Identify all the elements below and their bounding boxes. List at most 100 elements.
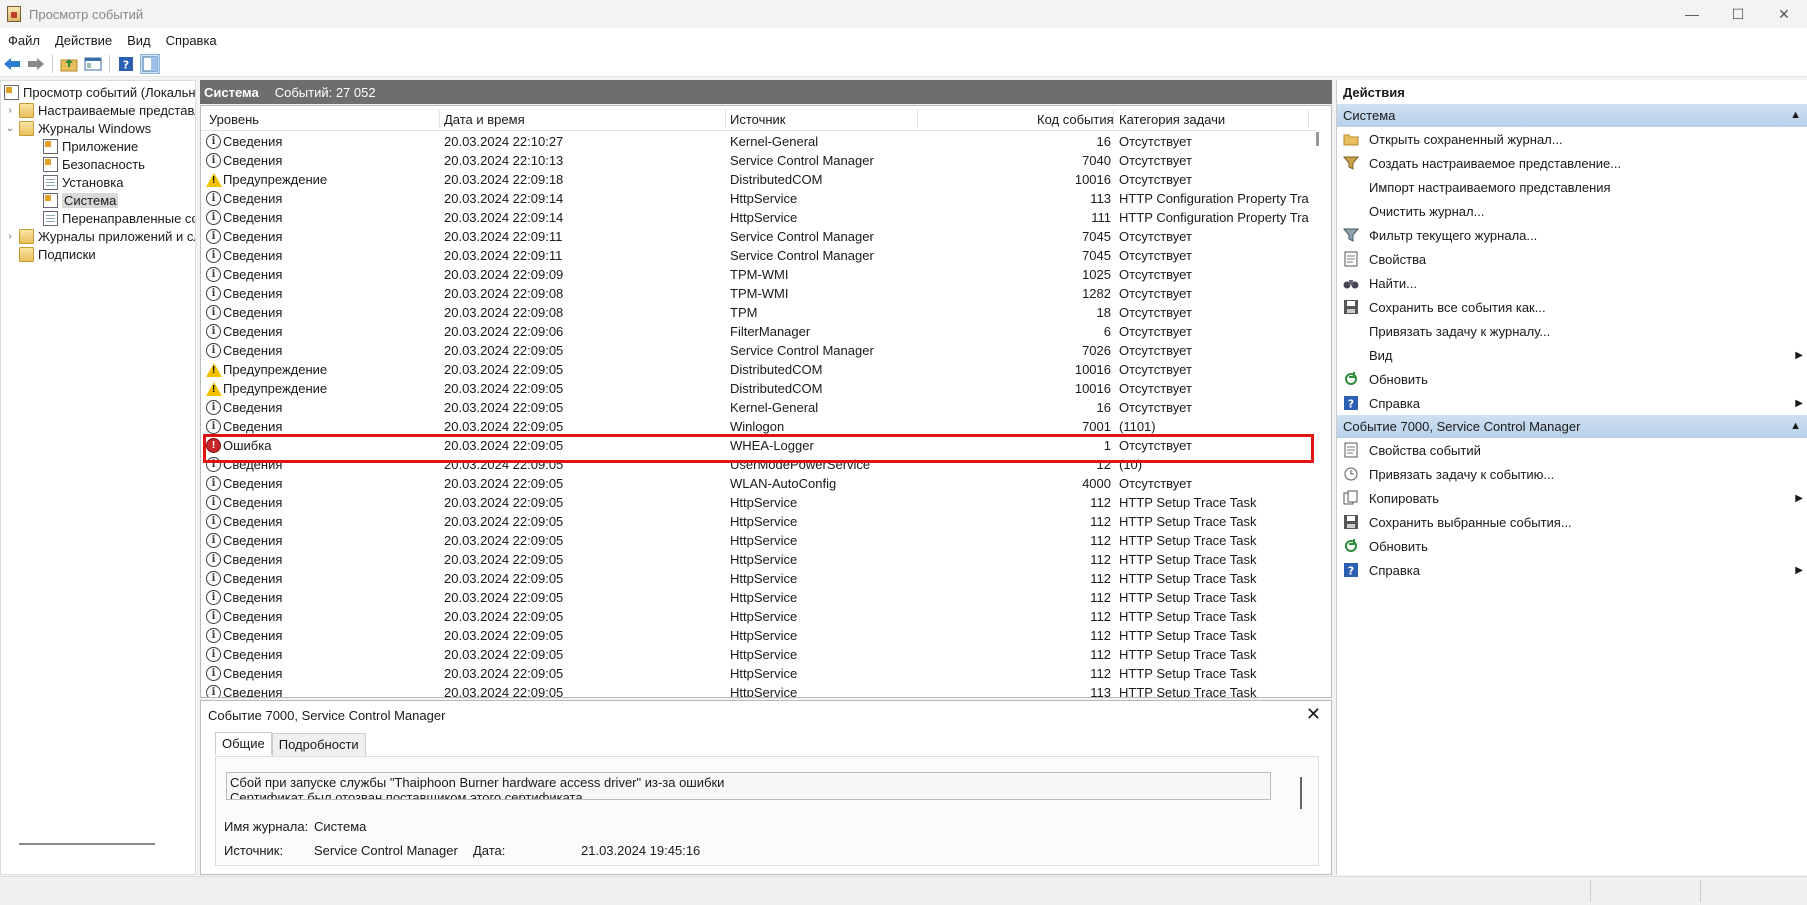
action-item[interactable]: Свойства bbox=[1337, 247, 1807, 271]
table-row[interactable]: i Сведения 20.03.2024 22:09:06 FilterManage… bbox=[201, 322, 1317, 341]
table-row[interactable]: i Сведения 20.03.2024 22:09:05 HttpService 1… bbox=[201, 550, 1317, 569]
table-row[interactable]: i Сведения 20.03.2024 22:09:14 HttpService 1… bbox=[201, 208, 1317, 227]
maximize-button[interactable]: ☐ bbox=[1715, 0, 1761, 28]
column-separator[interactable] bbox=[439, 110, 440, 128]
action-item[interactable]: Импорт настраиваемого представления bbox=[1337, 175, 1807, 199]
table-row[interactable]: i Сведения 20.03.2024 22:09:05 HttpService 1… bbox=[201, 664, 1317, 683]
close-button[interactable]: ✕ bbox=[1761, 0, 1807, 28]
table-row[interactable]: i Сведения 20.03.2024 22:09:08 TPM 18 Отсутст… bbox=[201, 303, 1317, 322]
back-button[interactable] bbox=[2, 54, 22, 74]
action-item[interactable]: ? Справка ▶ bbox=[1337, 391, 1807, 415]
tab-details[interactable]: Подробности bbox=[271, 733, 366, 756]
action-item[interactable]: Привязать задачу к журналу... bbox=[1337, 319, 1807, 343]
menu-help[interactable]: Справка bbox=[160, 33, 223, 48]
table-row[interactable]: i Сведения 20.03.2024 22:09:05 HttpService 1… bbox=[201, 626, 1317, 645]
table-row[interactable]: i Сведения 20.03.2024 22:09:05 Winlogon 7001… bbox=[201, 417, 1317, 436]
table-row[interactable]: Предупреждение 20.03.2024 22:09:05 Distrib… bbox=[201, 379, 1317, 398]
table-row[interactable]: i Сведения 20.03.2024 22:10:27 Kernel-Gener… bbox=[201, 132, 1317, 151]
column-separator[interactable] bbox=[1308, 110, 1309, 128]
column-separator[interactable] bbox=[917, 110, 918, 128]
menu-file[interactable]: Файл bbox=[2, 33, 46, 48]
show-action-pane-button[interactable] bbox=[140, 54, 160, 74]
show-hide-tree-button[interactable] bbox=[83, 54, 103, 74]
table-row[interactable]: i Сведения 20.03.2024 22:09:05 WLAN-AutoCon… bbox=[201, 474, 1317, 493]
action-item[interactable]: ? Справка ▶ bbox=[1337, 558, 1807, 582]
action-item[interactable]: Создать настраиваемое представление... bbox=[1337, 151, 1807, 175]
table-row[interactable]: i Сведения 20.03.2024 22:09:05 HttpService 1… bbox=[201, 588, 1317, 607]
tree-item-custom-views[interactable]: › Настраиваемые представле bbox=[4, 101, 195, 119]
action-item[interactable]: Сохранить все события как... bbox=[1337, 295, 1807, 319]
collapse-icon[interactable]: ▲ bbox=[1790, 420, 1801, 432]
help-button[interactable]: ? bbox=[116, 54, 136, 74]
column-header-task-category[interactable]: Категория задачи bbox=[1119, 112, 1225, 127]
column-header-level[interactable]: Уровень bbox=[209, 112, 259, 127]
collapse-icon[interactable]: ▲ bbox=[1790, 109, 1801, 121]
action-item[interactable]: Сохранить выбранные события... bbox=[1337, 510, 1807, 534]
table-row[interactable]: i Сведения 20.03.2024 22:09:08 TPM-WMI 1282 О… bbox=[201, 284, 1317, 303]
table-row[interactable]: i Сведения 20.03.2024 22:09:11 Service Cont… bbox=[201, 227, 1317, 246]
column-header-source[interactable]: Источник bbox=[730, 112, 786, 127]
cell-source: HttpService bbox=[730, 628, 798, 643]
event-message[interactable]: Сбой при запуске службы "Thaiphoon Burne… bbox=[226, 772, 1271, 800]
tree-item-application[interactable]: Приложение bbox=[43, 137, 138, 155]
table-row[interactable]: i Сведения 20.03.2024 22:09:05 HttpService 1… bbox=[201, 512, 1317, 531]
minimize-button[interactable]: — bbox=[1669, 0, 1715, 28]
table-row[interactable]: i Сведения 20.03.2024 22:09:05 HttpService 1… bbox=[201, 607, 1317, 626]
tree-item-root[interactable]: Просмотр событий (Локальны bbox=[4, 83, 195, 101]
vertical-scrollbar[interactable] bbox=[1316, 132, 1319, 146]
action-item[interactable]: Фильтр текущего журнала... bbox=[1337, 223, 1807, 247]
table-row[interactable]: Предупреждение 20.03.2024 22:09:05 Distrib… bbox=[201, 360, 1317, 379]
table-row[interactable]: Предупреждение 20.03.2024 22:09:18 Distrib… bbox=[201, 170, 1317, 189]
column-header-date[interactable]: Дата и время bbox=[444, 112, 525, 127]
tree-item-windows-logs[interactable]: ⌄ Журналы Windows bbox=[4, 119, 151, 137]
table-row[interactable]: i Сведения 20.03.2024 22:09:05 UserModePowe… bbox=[201, 455, 1317, 474]
table-row[interactable]: i Сведения 20.03.2024 22:09:05 HttpService 1… bbox=[201, 683, 1317, 697]
forward-button[interactable] bbox=[26, 54, 46, 74]
up-folder-button[interactable] bbox=[59, 54, 79, 74]
table-row[interactable]: i Сведения 20.03.2024 22:09:05 HttpService 1… bbox=[201, 645, 1317, 664]
close-icon[interactable]: ✕ bbox=[1306, 704, 1321, 725]
chevron-right-icon[interactable]: › bbox=[4, 105, 16, 116]
tree-item-subscriptions[interactable]: Подписки bbox=[4, 245, 96, 263]
chevron-down-icon[interactable]: ⌄ bbox=[4, 123, 16, 134]
column-header-event-id[interactable]: Код события bbox=[1037, 112, 1114, 127]
tree-item-setup[interactable]: Установка bbox=[43, 173, 123, 191]
table-row[interactable]: i Сведения 20.03.2024 22:09:09 TPM-WMI 1025 О… bbox=[201, 265, 1317, 284]
action-item[interactable]: Обновить bbox=[1337, 534, 1807, 558]
table-row[interactable]: i Сведения 20.03.2024 22:09:05 Service Cont… bbox=[201, 341, 1317, 360]
action-item[interactable]: Открыть сохраненный журнал... bbox=[1337, 127, 1807, 151]
action-label: Очистить журнал... bbox=[1369, 203, 1485, 219]
level-text: Сведения bbox=[223, 476, 283, 491]
action-item[interactable]: Очистить журнал... bbox=[1337, 199, 1807, 223]
menu-view[interactable]: Вид bbox=[121, 33, 157, 48]
vertical-scrollbar[interactable] bbox=[1300, 777, 1302, 809]
action-item[interactable]: Вид ▶ bbox=[1337, 343, 1807, 367]
chevron-right-icon[interactable]: › bbox=[4, 231, 16, 242]
cell-date: 20.03.2024 22:09:05 bbox=[444, 476, 564, 491]
tree-item-security[interactable]: Безопасность bbox=[43, 155, 145, 173]
tree-item-system[interactable]: Система bbox=[43, 191, 119, 209]
table-row[interactable]: ! Ошибка 20.03.2024 22:09:05 WHEA-Logger 1 От… bbox=[201, 436, 1317, 455]
horizontal-scrollbar[interactable] bbox=[19, 843, 155, 845]
action-item[interactable]: Найти... bbox=[1337, 271, 1807, 295]
console-tree: Просмотр событий (Локальны › Настраиваем… bbox=[0, 80, 196, 875]
tree-item-app-logs[interactable]: › Журналы приложений и сл bbox=[4, 227, 195, 245]
menu-action[interactable]: Действие bbox=[49, 33, 118, 48]
actions-section-header[interactable]: Система ▲ bbox=[1337, 104, 1807, 127]
table-row[interactable]: i Сведения 20.03.2024 22:09:11 Service Cont… bbox=[201, 246, 1317, 265]
table-row[interactable]: i Сведения 20.03.2024 22:09:05 HttpService 1… bbox=[201, 493, 1317, 512]
column-separator[interactable] bbox=[1113, 110, 1114, 128]
column-separator[interactable] bbox=[725, 110, 726, 128]
action-item[interactable]: Копировать ▶ bbox=[1337, 486, 1807, 510]
table-row[interactable]: i Сведения 20.03.2024 22:09:05 HttpService 1… bbox=[201, 569, 1317, 588]
table-row[interactable]: i Сведения 20.03.2024 22:10:13 Service Cont… bbox=[201, 151, 1317, 170]
actions-section-header[interactable]: Событие 7000, Service Control Manager ▲ bbox=[1337, 415, 1807, 438]
table-row[interactable]: i Сведения 20.03.2024 22:09:14 HttpService 1… bbox=[201, 189, 1317, 208]
table-row[interactable]: i Сведения 20.03.2024 22:09:05 Kernel-Gener… bbox=[201, 398, 1317, 417]
action-item[interactable]: Свойства событий bbox=[1337, 438, 1807, 462]
action-item[interactable]: Обновить bbox=[1337, 367, 1807, 391]
tab-general[interactable]: Общие bbox=[215, 732, 272, 755]
table-row[interactable]: i Сведения 20.03.2024 22:09:05 HttpService 1… bbox=[201, 531, 1317, 550]
tree-item-forwarded[interactable]: Перенаправленные собы bbox=[43, 209, 195, 227]
action-item[interactable]: Привязать задачу к событию... bbox=[1337, 462, 1807, 486]
